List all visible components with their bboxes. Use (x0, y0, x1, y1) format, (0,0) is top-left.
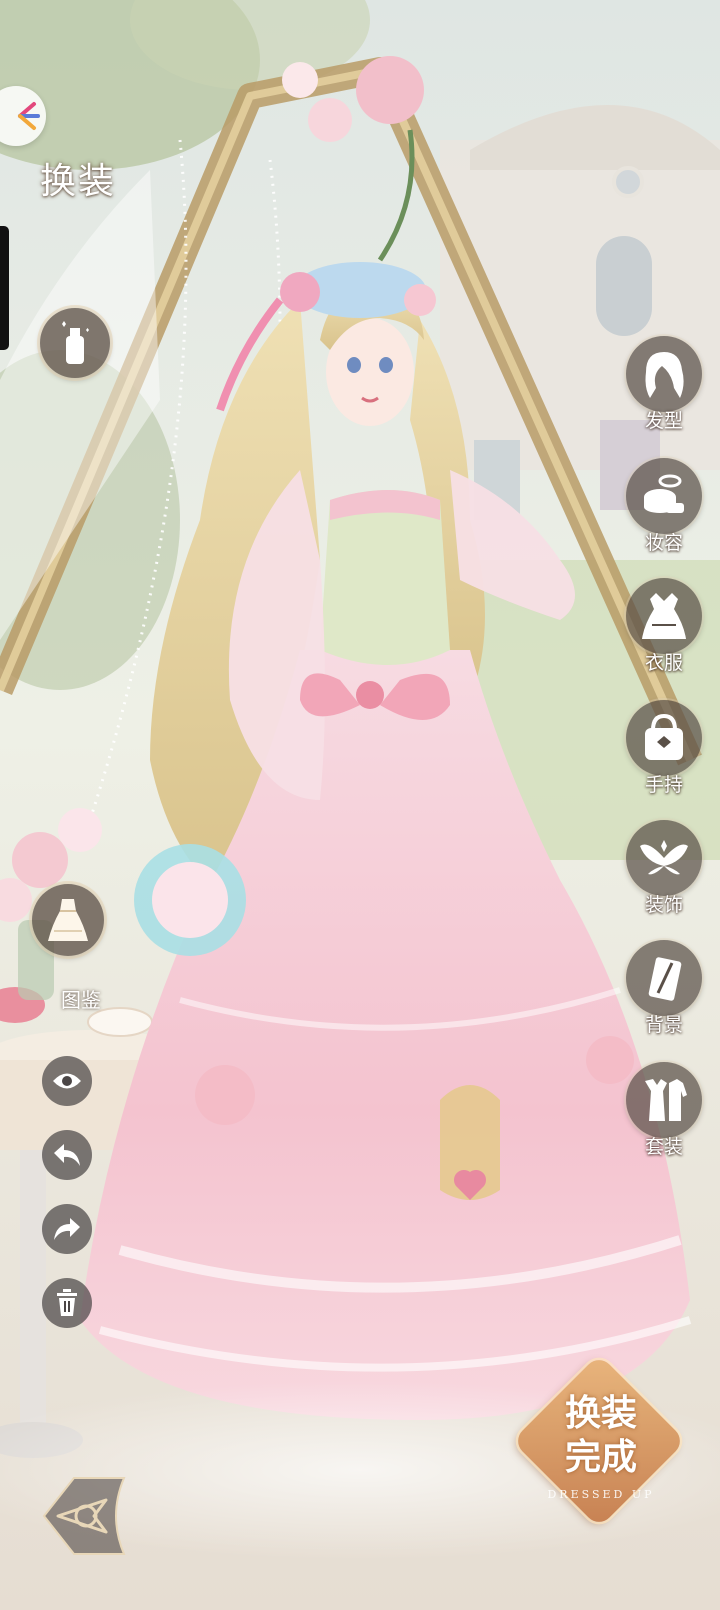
redo-arrow-icon (54, 1218, 80, 1240)
undo-arrow-icon (54, 1144, 80, 1166)
clear-button[interactable] (42, 1278, 92, 1328)
back-arrow-icon (42, 1477, 126, 1555)
app-badge-icon[interactable] (0, 86, 46, 146)
done-label-line2: 完成 (564, 1436, 637, 1478)
hide-ui-button[interactable] (42, 1056, 92, 1106)
menu-label: 背景 (644, 1014, 683, 1036)
hairstyle-icon (626, 336, 702, 412)
perfume-bottle-icon (62, 321, 89, 364)
handbag-icon (626, 700, 702, 776)
edge-handle[interactable] (0, 226, 9, 350)
menu-background[interactable]: 背景 (624, 940, 708, 1050)
undo-button[interactable] (42, 1130, 92, 1180)
done-subtitle: DRESSED UP (547, 1488, 655, 1501)
menu-label: 妆容 (644, 532, 683, 554)
outfit-set-icon (626, 1062, 702, 1138)
screen-title: 换装 (40, 161, 117, 202)
catalog-label: 图鉴 (61, 988, 101, 1012)
menu-accessories[interactable]: 装饰 (624, 820, 708, 930)
menu-label: 套装 (644, 1136, 683, 1158)
menu-label: 衣服 (644, 652, 683, 674)
menu-label: 发型 (644, 410, 683, 432)
dressed-up-button[interactable]: 换装 完成 DRESSED UP (496, 1354, 706, 1528)
menu-hairstyle[interactable]: 发型 (624, 336, 708, 446)
menu-handheld[interactable]: 手持 (624, 700, 708, 810)
wings-icon (626, 820, 702, 896)
menu-label: 手持 (644, 774, 683, 796)
menu-outfit-set[interactable]: 套装 (624, 1062, 708, 1172)
redo-button[interactable] (42, 1204, 92, 1254)
menu-clothes[interactable]: 衣服 (624, 578, 708, 688)
background-icon (626, 940, 702, 1016)
menu-label: 装饰 (644, 894, 683, 916)
dress-catalog-icon (48, 899, 88, 941)
makeup-icon (626, 458, 702, 534)
back-button[interactable] (34, 1470, 134, 1562)
trash-icon (57, 1289, 77, 1316)
catalog-button[interactable] (32, 884, 104, 956)
dress-icon (626, 578, 702, 654)
menu-makeup[interactable]: 妆容 (624, 458, 708, 568)
fragrance-button[interactable] (40, 308, 110, 378)
eye-icon (53, 1073, 81, 1089)
